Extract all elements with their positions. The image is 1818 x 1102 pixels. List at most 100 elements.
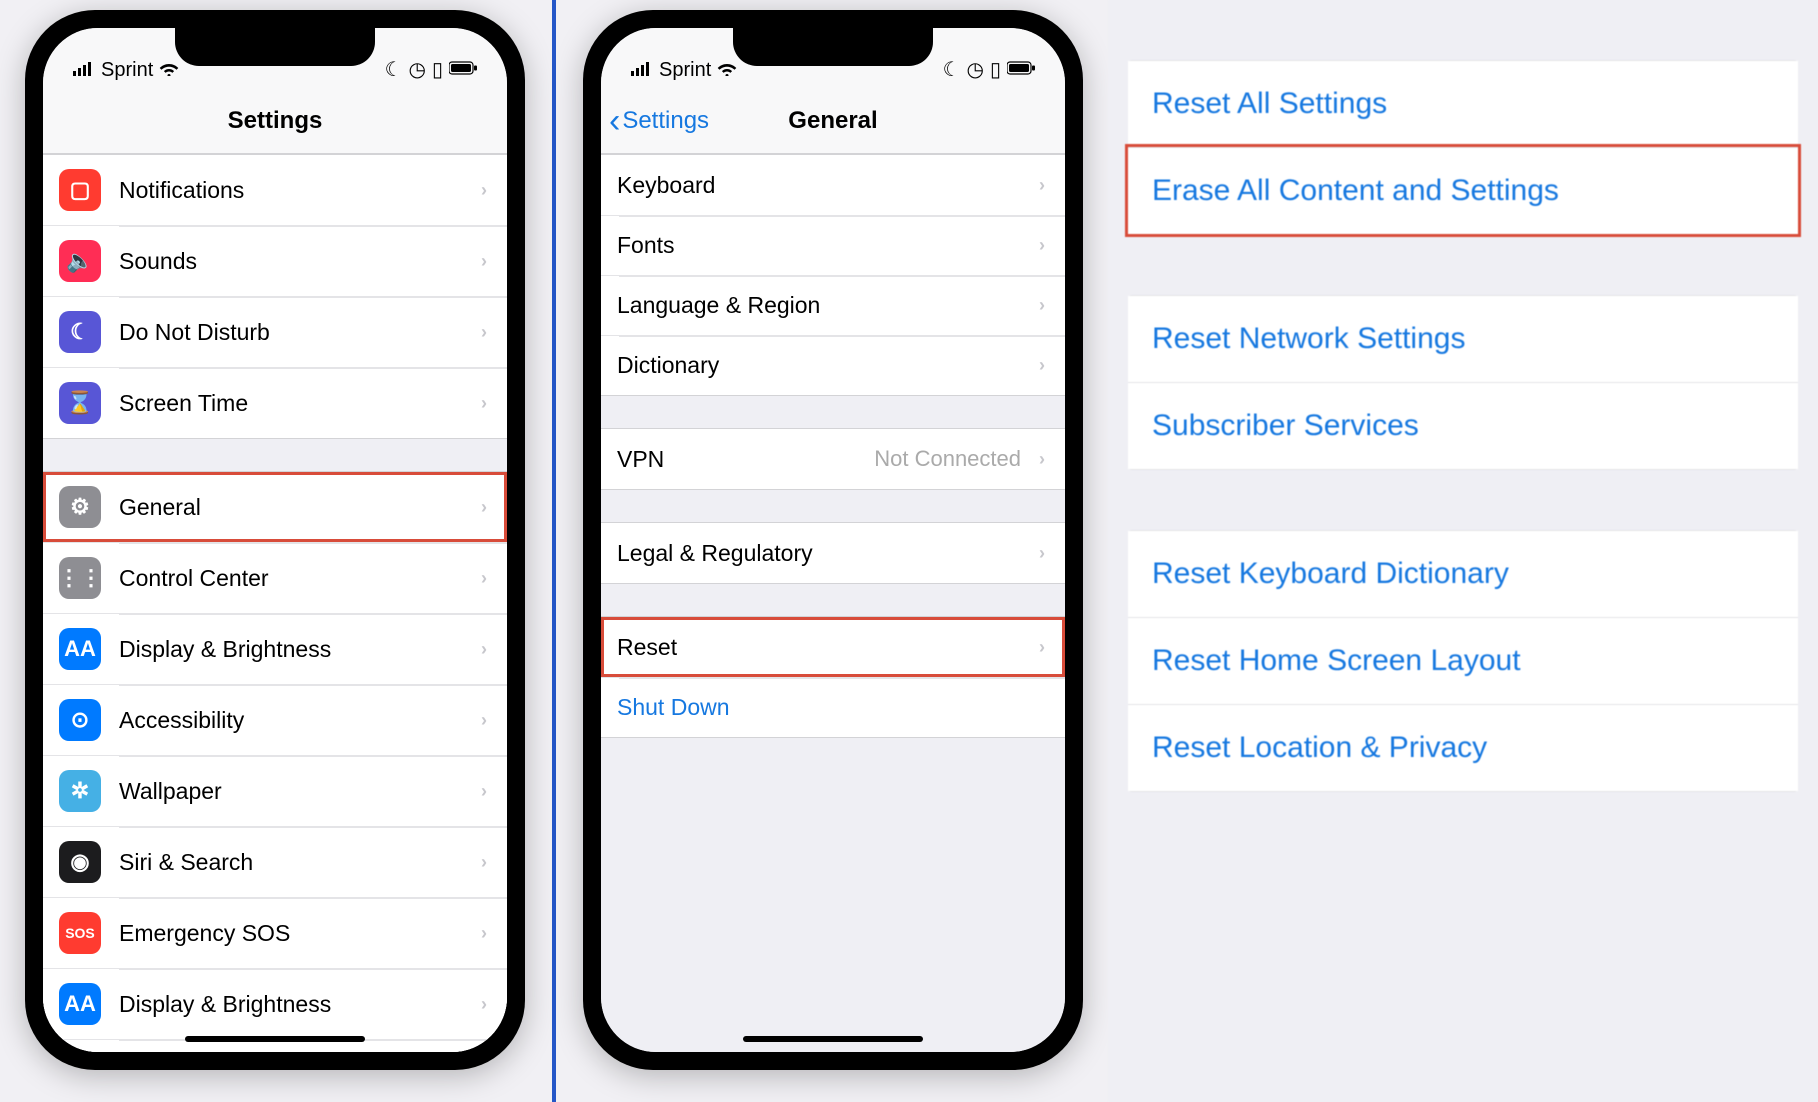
- box-icon: ▯: [990, 57, 1001, 82]
- home-indicator[interactable]: [185, 1036, 365, 1042]
- general-row[interactable]: Shut Down: [601, 677, 1065, 737]
- chevron-right-icon: ›: [481, 923, 487, 944]
- row-label: VPN: [617, 446, 856, 473]
- general-row[interactable]: Fonts ›: [601, 215, 1065, 275]
- general-row[interactable]: Dictionary›: [601, 335, 1065, 395]
- navbar-general: ‹ Settings General: [601, 88, 1065, 154]
- display-icon-2: AA: [59, 983, 101, 1025]
- screen: Sprint ☾ ◷ ▯ Settings ▢Notifications: [43, 28, 507, 1052]
- settings-row[interactable]: ☾ Do Not Disturb ›: [43, 296, 507, 367]
- settings-row[interactable]: AA Display & Brightness ›: [43, 613, 507, 684]
- reset-option[interactable]: Reset Network Settings: [1128, 296, 1798, 382]
- control-center-icon: ⋮⋮: [59, 557, 101, 599]
- general-row[interactable]: Reset›: [601, 617, 1065, 677]
- display-icon: AA: [59, 628, 101, 670]
- row-label: Sounds: [119, 248, 463, 275]
- row-label: Screen Time: [119, 390, 463, 417]
- screentime-icon: ⌛: [59, 382, 101, 424]
- settings-list[interactable]: ▢Notifications›🔈Sounds›☾Do Not Disturb›⌛…: [43, 154, 507, 1052]
- chevron-right-icon: ›: [481, 568, 487, 589]
- chevron-right-icon: ›: [481, 251, 487, 272]
- chevron-right-icon: ›: [1039, 543, 1045, 564]
- reset-option[interactable]: Reset All Settings: [1128, 61, 1798, 147]
- row-label: Fonts: [617, 232, 1021, 259]
- clock-icon: ◷: [409, 57, 426, 82]
- row-label: Shut Down: [617, 694, 1045, 721]
- general-row[interactable]: VPN Not Connected ›: [601, 429, 1065, 489]
- row-label: General: [119, 494, 463, 521]
- chevron-right-icon: ›: [481, 180, 487, 201]
- chevron-right-icon: ›: [481, 994, 487, 1015]
- settings-row[interactable]: ⋮⋮ Control Center ›: [43, 542, 507, 613]
- moon-icon: ☾: [943, 57, 961, 82]
- general-list[interactable]: Keyboard› Fonts › Language & Region › Diction…: [601, 154, 1065, 1052]
- screen: Sprint ☾ ◷ ▯ ‹ Settings: [601, 28, 1065, 1052]
- row-label: Control Center: [119, 565, 463, 592]
- chevron-right-icon: ›: [1039, 235, 1045, 256]
- reset-option[interactable]: Reset Home Screen Layout: [1128, 617, 1798, 704]
- settings-row[interactable]: AA Display & Brightness ›: [43, 968, 507, 1039]
- reset-option[interactable]: Subscriber Services: [1128, 382, 1798, 469]
- row-label: Notifications: [119, 177, 463, 204]
- row-label: Language & Region: [617, 292, 1021, 319]
- chevron-right-icon: ›: [481, 322, 487, 343]
- notch: [733, 28, 933, 66]
- carrier-label: Sprint: [101, 59, 153, 82]
- column-divider: [552, 0, 556, 1102]
- battery-icon: [1007, 58, 1035, 81]
- chevron-right-icon: ›: [481, 781, 487, 802]
- row-label: Wallpaper: [119, 778, 463, 805]
- reset-option[interactable]: Reset Keyboard Dictionary: [1128, 531, 1798, 617]
- general-row[interactable]: Legal & Regulatory›: [601, 523, 1065, 583]
- general-row[interactable]: Keyboard›: [601, 155, 1065, 215]
- settings-row[interactable]: SOS Emergency SOS ›: [43, 897, 507, 968]
- home-indicator[interactable]: [743, 1036, 923, 1042]
- chevron-right-icon: ›: [481, 852, 487, 873]
- chevron-right-icon: ›: [481, 393, 487, 414]
- settings-row[interactable]: ⚙ General ›: [43, 472, 507, 542]
- chevron-right-icon: ›: [481, 710, 487, 731]
- row-label: Display & Brightness: [119, 991, 463, 1018]
- notch: [175, 28, 375, 66]
- sounds-icon: 🔈: [59, 240, 101, 282]
- back-button[interactable]: ‹ Settings: [609, 88, 709, 153]
- wifi-icon: [159, 59, 179, 82]
- settings-row[interactable]: 🔈 Sounds ›: [43, 225, 507, 296]
- siri-icon: ◉: [59, 841, 101, 883]
- chevron-right-icon: ›: [1039, 295, 1045, 316]
- chevron-right-icon: ›: [481, 639, 487, 660]
- row-label: Accessibility: [119, 707, 463, 734]
- reset-option[interactable]: Reset Location & Privacy: [1128, 704, 1798, 791]
- row-label: Do Not Disturb: [119, 319, 463, 346]
- chevron-right-icon: ›: [481, 497, 487, 518]
- chevron-right-icon: ›: [1039, 175, 1045, 196]
- box-icon: ▯: [432, 57, 443, 82]
- settings-row[interactable]: ✲ Wallpaper ›: [43, 755, 507, 826]
- reset-group: Reset Keyboard DictionaryReset Home Scre…: [1128, 530, 1798, 792]
- reset-option[interactable]: Erase All Content and Settings: [1128, 147, 1798, 234]
- settings-row[interactable]: ▢Notifications›: [43, 155, 507, 225]
- reset-group: Reset All SettingsErase All Content and …: [1128, 60, 1798, 235]
- wallpaper-icon: ✲: [59, 770, 101, 812]
- settings-row[interactable]: ⊙ Accessibility ›: [43, 684, 507, 755]
- settings-row[interactable]: ⌛ Screen Time ›: [43, 367, 507, 438]
- chevron-left-icon: ‹: [609, 104, 620, 138]
- sos-icon: SOS: [59, 912, 101, 954]
- general-icon: ⚙: [59, 486, 101, 528]
- row-label: Dictionary: [617, 352, 1021, 379]
- accessibility-icon: ⊙: [59, 699, 101, 741]
- row-label: Siri & Search: [119, 849, 463, 876]
- signal-icon: [73, 59, 95, 82]
- moon-icon: ☾: [385, 57, 403, 82]
- chevron-right-icon: ›: [1039, 449, 1045, 470]
- clock-icon: ◷: [967, 57, 984, 82]
- phone-general: Sprint ☾ ◷ ▯ ‹ Settings: [558, 0, 1108, 1102]
- row-label: Display & Brightness: [119, 636, 463, 663]
- navbar-settings: Settings: [43, 88, 507, 154]
- phone-settings: Sprint ☾ ◷ ▯ Settings ▢Notifications: [0, 0, 550, 1102]
- row-detail: Not Connected: [874, 446, 1021, 472]
- dnd-icon: ☾: [59, 311, 101, 353]
- row-label: Emergency SOS: [119, 920, 463, 947]
- general-row[interactable]: Language & Region ›: [601, 275, 1065, 335]
- settings-row[interactable]: ◉ Siri & Search ›: [43, 826, 507, 897]
